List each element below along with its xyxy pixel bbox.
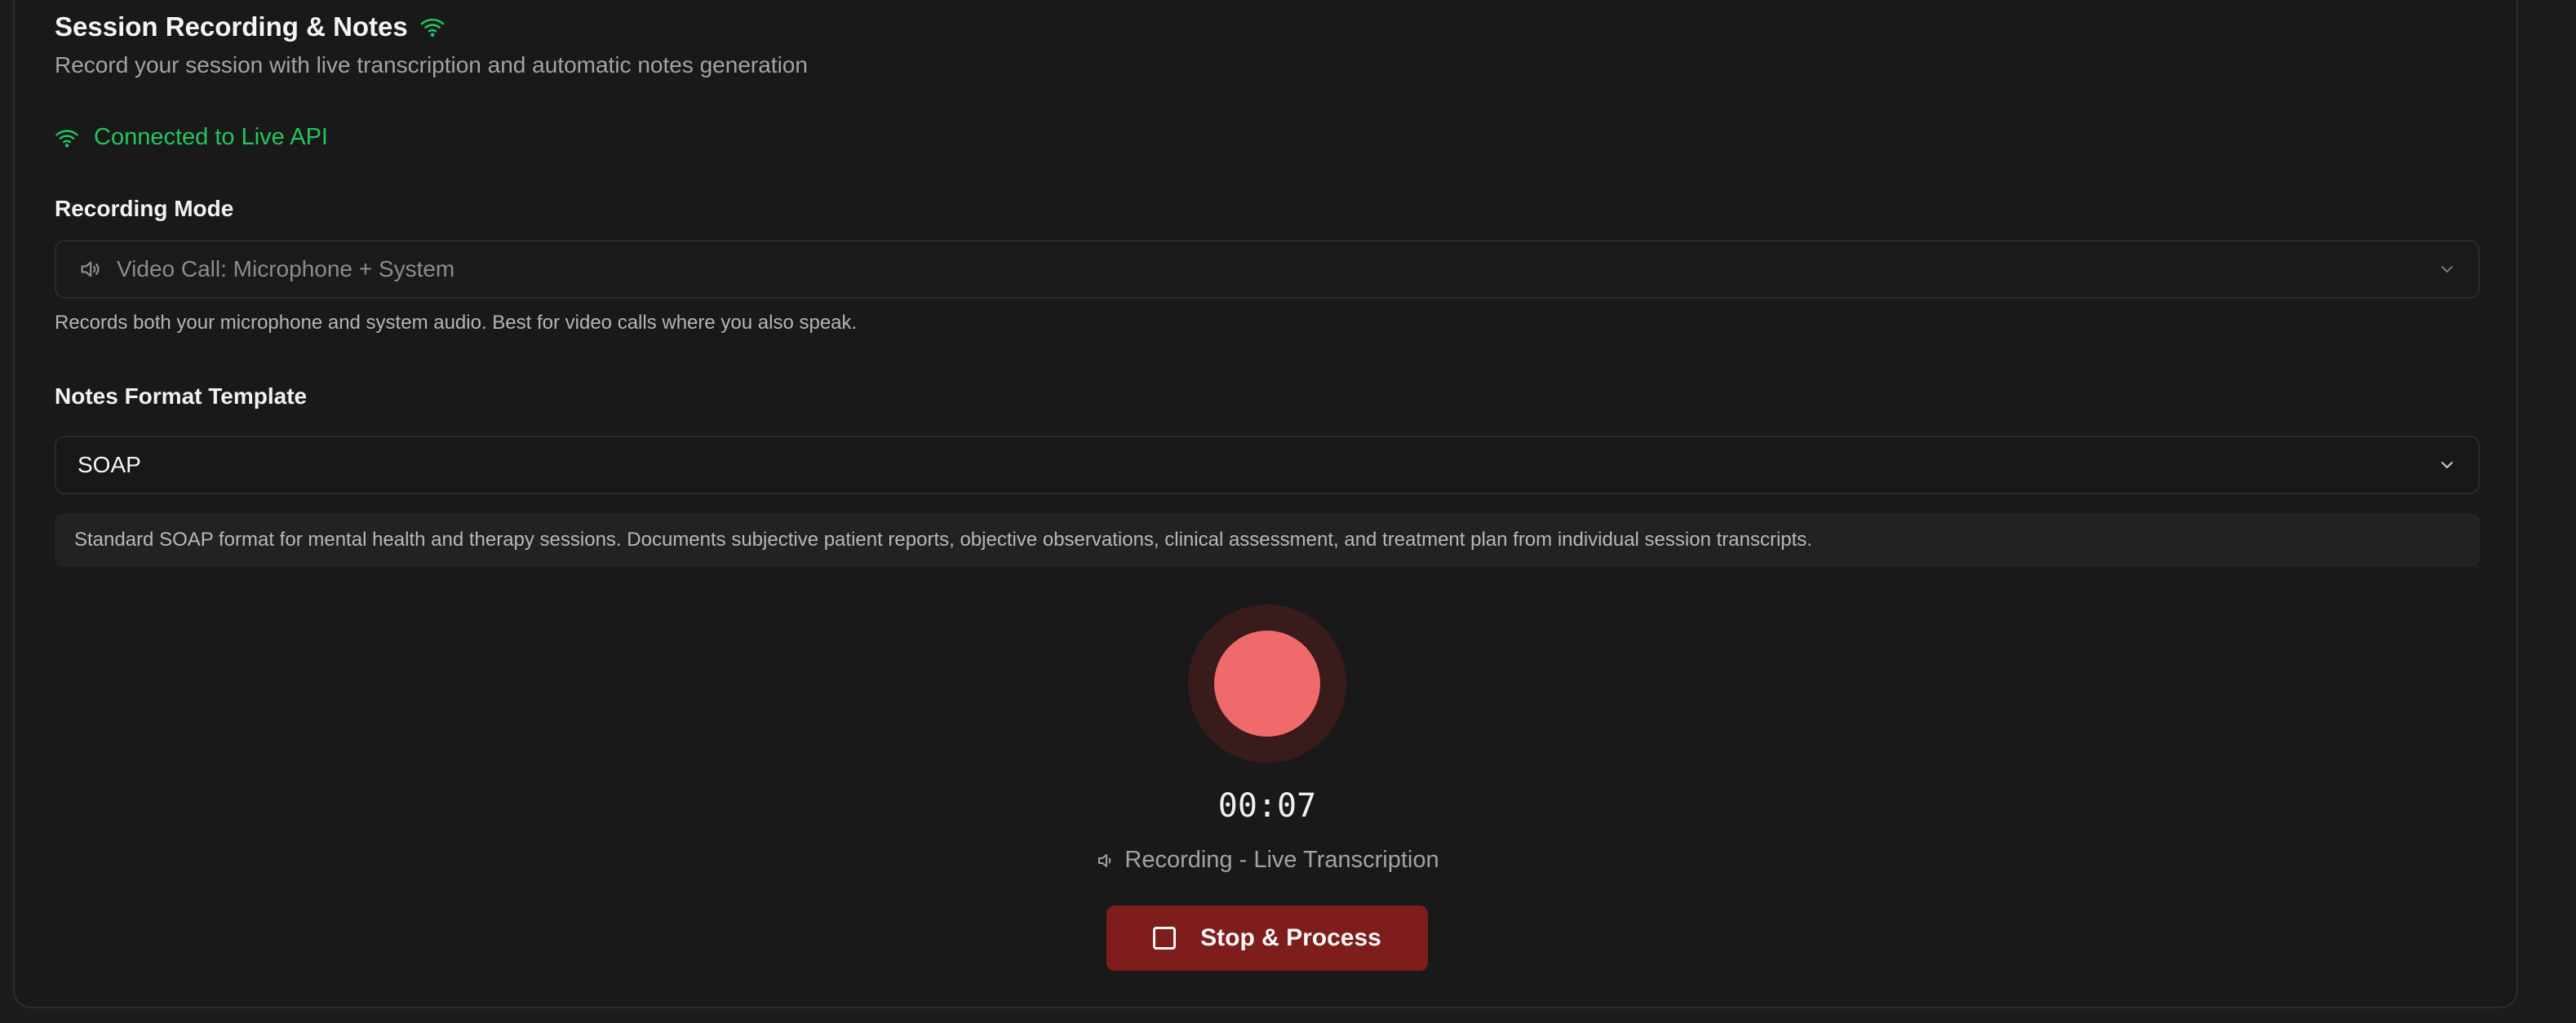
template-description: Standard SOAP format for mental health a… bbox=[55, 513, 2480, 567]
wifi-icon bbox=[419, 16, 446, 38]
recording-timer: 00:07 bbox=[1217, 787, 1317, 825]
page-title: Session Recording & Notes bbox=[55, 11, 408, 42]
wifi-icon bbox=[55, 127, 79, 148]
recording-status: Recording - Live Transcription bbox=[938, 847, 1596, 874]
stop-and-process-button[interactable]: Stop & Process bbox=[1106, 906, 1428, 971]
connection-status: Connected to Live API bbox=[55, 124, 328, 151]
recording-mode-select[interactable]: Video Call: Microphone + System bbox=[55, 240, 2480, 299]
chevron-down-icon bbox=[2437, 259, 2457, 279]
stop-button-label: Stop & Process bbox=[1200, 924, 1381, 951]
notes-template-value: SOAP bbox=[78, 452, 141, 477]
speaker-icon bbox=[78, 258, 102, 281]
notes-template-label: Notes Format Template bbox=[55, 383, 308, 409]
recording-status-text: Recording - Live Transcription bbox=[1124, 847, 1439, 873]
page-subtitle: Record your session with live transcript… bbox=[55, 52, 808, 78]
recording-mode-label: Recording Mode bbox=[55, 196, 234, 221]
chevron-down-icon bbox=[2437, 455, 2457, 475]
section-header: Session Recording & Notes bbox=[55, 11, 446, 42]
recording-indicator bbox=[1214, 631, 1320, 737]
stop-icon bbox=[1153, 927, 1177, 950]
connection-status-text: Connected to Live API bbox=[94, 124, 328, 150]
notes-template-select[interactable]: SOAP bbox=[55, 436, 2480, 494]
recording-mode-help: Records both your microphone and system … bbox=[55, 312, 858, 334]
recording-mode-value: Video Call: Microphone + System bbox=[117, 256, 455, 281]
speaker-icon bbox=[1095, 851, 1116, 870]
